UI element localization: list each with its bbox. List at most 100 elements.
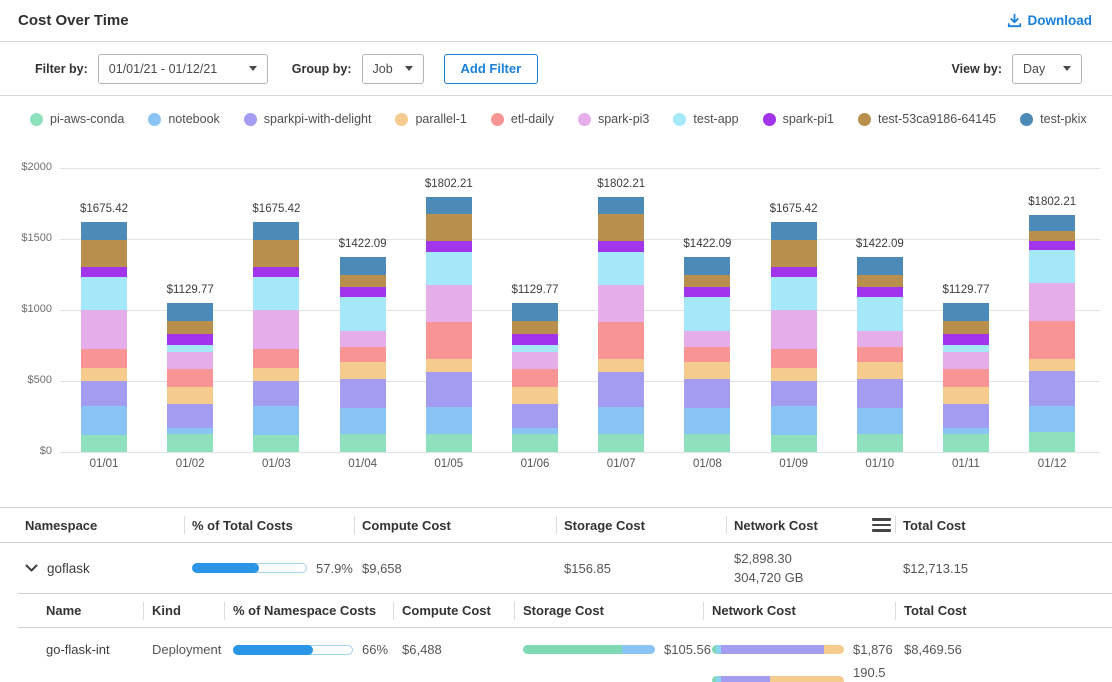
- bar-segment-spark-pi3[interactable]: [512, 352, 558, 369]
- legend-item[interactable]: sparkpi-with-delight: [244, 112, 372, 126]
- bar-segment-notebook[interactable]: [340, 408, 386, 435]
- bar-segment-spark-pi3[interactable]: [340, 331, 386, 348]
- bar-segment-spark-pi3[interactable]: [253, 310, 299, 349]
- bar-segment-spark-pi1[interactable]: [340, 287, 386, 297]
- bar-segment-parallel-1[interactable]: [340, 362, 386, 379]
- bar-segment-sparkpi-with-delight[interactable]: [167, 404, 213, 427]
- bar-segment-test-pkix[interactable]: [598, 197, 644, 214]
- bar-segment-pi-aws-conda[interactable]: [426, 434, 472, 452]
- bar-segment-test-app[interactable]: [426, 252, 472, 285]
- bar-segment-notebook[interactable]: [1029, 406, 1075, 432]
- bar-segment-spark-pi1[interactable]: [857, 287, 903, 297]
- legend-item[interactable]: test-pkix: [1020, 112, 1087, 126]
- bar-segment-test-53ca9186-64145[interactable]: [598, 214, 644, 242]
- bar-segment-sparkpi-with-delight[interactable]: [81, 381, 127, 406]
- column-settings-icon[interactable]: [872, 515, 891, 535]
- stacked-bar-01/05[interactable]: [426, 197, 472, 452]
- bar-segment-etl-daily[interactable]: [81, 349, 127, 368]
- bar-segment-parallel-1[interactable]: [253, 368, 299, 381]
- bar-segment-sparkpi-with-delight[interactable]: [426, 372, 472, 406]
- bar-segment-notebook[interactable]: [598, 407, 644, 434]
- bar-segment-test-53ca9186-64145[interactable]: [512, 321, 558, 334]
- stacked-bar-01/07[interactable]: [598, 197, 644, 452]
- bar-segment-test-53ca9186-64145[interactable]: [167, 321, 213, 334]
- bar-segment-test-53ca9186-64145[interactable]: [253, 240, 299, 268]
- legend-item[interactable]: test-53ca9186-64145: [858, 112, 996, 126]
- bar-segment-test-53ca9186-64145[interactable]: [81, 240, 127, 268]
- bar-segment-spark-pi1[interactable]: [253, 267, 299, 277]
- bar-segment-parallel-1[interactable]: [684, 362, 730, 379]
- bar-segment-test-pkix[interactable]: [253, 222, 299, 240]
- download-button[interactable]: Download: [1007, 13, 1093, 28]
- bar-segment-pi-aws-conda[interactable]: [167, 434, 213, 452]
- bar-segment-test-app[interactable]: [81, 277, 127, 310]
- bar-segment-spark-pi1[interactable]: [684, 287, 730, 297]
- bar-segment-test-53ca9186-64145[interactable]: [943, 321, 989, 334]
- stacked-bar-01/10[interactable]: [857, 257, 903, 452]
- bar-segment-test-pkix[interactable]: [81, 222, 127, 240]
- bar-segment-test-53ca9186-64145[interactable]: [340, 275, 386, 287]
- bar-segment-spark-pi3[interactable]: [943, 352, 989, 369]
- bar-segment-parallel-1[interactable]: [598, 359, 644, 372]
- stacked-bar-01/11[interactable]: [943, 303, 989, 452]
- bar-segment-spark-pi1[interactable]: [943, 334, 989, 345]
- bar-segment-spark-pi3[interactable]: [771, 310, 817, 349]
- bar-segment-test-53ca9186-64145[interactable]: [1029, 231, 1075, 241]
- bar-segment-parallel-1[interactable]: [943, 387, 989, 404]
- bar-segment-notebook[interactable]: [167, 428, 213, 435]
- stacked-bar-01/09[interactable]: [771, 222, 817, 452]
- bar-segment-parallel-1[interactable]: [512, 387, 558, 404]
- bar-segment-spark-pi1[interactable]: [1029, 241, 1075, 250]
- add-filter-button[interactable]: Add Filter: [444, 54, 539, 84]
- stacked-bar-01/02[interactable]: [167, 303, 213, 452]
- bar-segment-spark-pi3[interactable]: [857, 331, 903, 348]
- bar-segment-test-53ca9186-64145[interactable]: [771, 240, 817, 268]
- bar-segment-parallel-1[interactable]: [771, 368, 817, 381]
- namespace-expander[interactable]: goflask: [25, 561, 192, 576]
- bar-segment-etl-daily[interactable]: [684, 347, 730, 362]
- bar-segment-sparkpi-with-delight[interactable]: [253, 381, 299, 406]
- bar-segment-test-app[interactable]: [684, 297, 730, 330]
- bar-segment-spark-pi3[interactable]: [684, 331, 730, 348]
- legend-item[interactable]: notebook: [148, 112, 219, 126]
- bar-segment-sparkpi-with-delight[interactable]: [512, 404, 558, 427]
- bar-segment-test-pkix[interactable]: [857, 257, 903, 275]
- bar-segment-etl-daily[interactable]: [340, 347, 386, 362]
- bar-segment-test-app[interactable]: [771, 277, 817, 310]
- bar-segment-etl-daily[interactable]: [857, 347, 903, 362]
- bar-segment-notebook[interactable]: [426, 407, 472, 434]
- bar-segment-pi-aws-conda[interactable]: [943, 434, 989, 452]
- bar-segment-test-53ca9186-64145[interactable]: [684, 275, 730, 287]
- bar-segment-spark-pi3[interactable]: [426, 285, 472, 322]
- legend-item[interactable]: test-app: [673, 112, 738, 126]
- bar-segment-test-app[interactable]: [167, 345, 213, 352]
- bar-segment-test-pkix[interactable]: [771, 222, 817, 240]
- bar-segment-notebook[interactable]: [943, 428, 989, 435]
- bar-segment-test-53ca9186-64145[interactable]: [426, 214, 472, 242]
- legend-item[interactable]: parallel-1: [395, 112, 466, 126]
- bar-segment-spark-pi1[interactable]: [512, 334, 558, 345]
- bar-segment-pi-aws-conda[interactable]: [771, 435, 817, 452]
- stacked-bar-01/03[interactable]: [253, 222, 299, 452]
- bar-segment-etl-daily[interactable]: [943, 369, 989, 387]
- bar-segment-notebook[interactable]: [771, 406, 817, 435]
- bar-segment-sparkpi-with-delight[interactable]: [1029, 371, 1075, 406]
- bar-segment-pi-aws-conda[interactable]: [684, 434, 730, 452]
- bar-segment-notebook[interactable]: [253, 406, 299, 435]
- bar-segment-test-app[interactable]: [1029, 250, 1075, 283]
- bar-segment-test-53ca9186-64145[interactable]: [857, 275, 903, 287]
- bar-segment-notebook[interactable]: [684, 408, 730, 435]
- view-by-select[interactable]: Day: [1012, 54, 1082, 84]
- bar-segment-spark-pi1[interactable]: [771, 267, 817, 277]
- bar-segment-spark-pi3[interactable]: [1029, 283, 1075, 321]
- bar-segment-test-app[interactable]: [943, 345, 989, 352]
- bar-segment-spark-pi1[interactable]: [81, 267, 127, 277]
- bar-segment-notebook[interactable]: [512, 428, 558, 435]
- bar-segment-test-pkix[interactable]: [943, 303, 989, 321]
- bar-segment-test-pkix[interactable]: [684, 257, 730, 275]
- bar-segment-sparkpi-with-delight[interactable]: [684, 379, 730, 407]
- legend-item[interactable]: pi-aws-conda: [30, 112, 124, 126]
- bar-segment-sparkpi-with-delight[interactable]: [598, 372, 644, 406]
- bar-segment-test-pkix[interactable]: [167, 303, 213, 321]
- bar-segment-spark-pi3[interactable]: [167, 352, 213, 369]
